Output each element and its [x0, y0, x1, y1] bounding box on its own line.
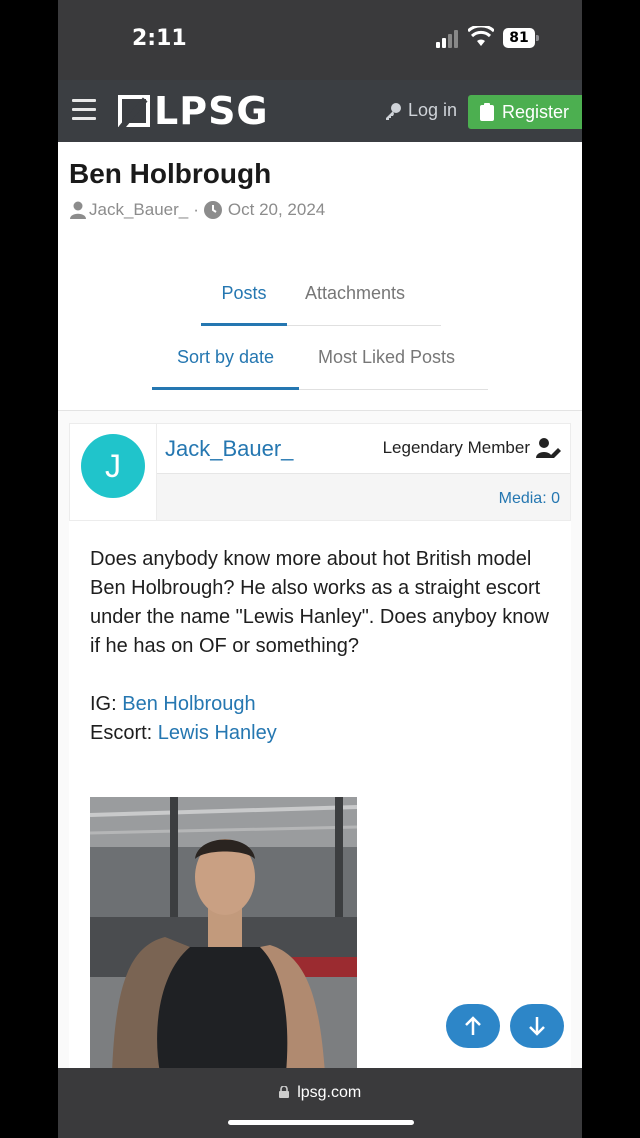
escort-line: Escort: Lewis Hanley — [90, 719, 560, 748]
thread-date[interactable]: Oct 20, 2024 — [228, 200, 325, 220]
browser-url-bar[interactable]: lpsg.com — [58, 1068, 582, 1138]
login-link[interactable]: Log in — [384, 100, 457, 121]
status-time: 2:11 — [132, 26, 187, 51]
register-label: Register — [502, 101, 570, 122]
battery-indicator: 81 — [503, 28, 539, 48]
lock-icon — [278, 1085, 289, 1098]
site-logo[interactable]: LPSG — [118, 89, 269, 133]
login-label: Log in — [408, 100, 458, 120]
ig-label: IG: — [90, 693, 123, 715]
rank-label: Legendary Member — [382, 438, 530, 457]
scroll-down-button[interactable] — [510, 1004, 564, 1048]
thread-header: Ben Holbrough Jack_Bauer_ · Oct 20, 2024… — [58, 142, 582, 410]
tab-posts[interactable]: Posts — [201, 278, 287, 326]
tab-sort-by-date[interactable]: Sort by date — [152, 342, 299, 390]
meta-separator: · — [193, 200, 199, 219]
post-user-cell: J — [69, 423, 156, 521]
thread-meta: Jack_Bauer_ · Oct 20, 2024 — [69, 200, 325, 220]
site-navbar: LPSG Log in Register — [58, 80, 582, 142]
tab-attachments[interactable]: Attachments — [305, 278, 405, 326]
escort-label: Escort: — [90, 722, 158, 744]
sort-tabs: Sort by date Most Liked Posts — [152, 342, 488, 390]
content-tabs: Posts Attachments — [201, 278, 441, 326]
member-rank: Legendary Member — [383, 438, 562, 458]
logo-text: LPSG — [154, 89, 269, 133]
key-icon — [386, 102, 401, 120]
scroll-up-button[interactable] — [446, 1004, 500, 1048]
thread-author[interactable]: Jack_Bauer_ — [89, 200, 188, 220]
url-text: lpsg.com — [297, 1084, 362, 1101]
arrow-down-icon — [529, 1017, 545, 1036]
post-body: Does anybody know more about hot British… — [90, 545, 560, 748]
post-image[interactable] — [90, 797, 357, 1073]
user-edit-icon — [536, 438, 561, 458]
thread-title: Ben Holbrough — [69, 158, 272, 189]
avatar[interactable]: J — [81, 434, 145, 498]
post-message: Does anybody know more about hot British… — [90, 548, 549, 657]
logo-mark-icon — [118, 95, 150, 127]
tab-most-liked[interactable]: Most Liked Posts — [318, 342, 455, 390]
clock-icon — [203, 201, 222, 219]
phone-screen: 2:11 81 LPSG Log in Register Ben Holbrou… — [58, 0, 582, 1138]
ig-link[interactable]: Ben Holbrough — [122, 693, 255, 715]
menu-icon[interactable] — [72, 99, 96, 121]
url-display[interactable]: lpsg.com — [58, 1084, 582, 1102]
thread-content: J Jack_Bauer_ Legendary Member Media: 0 … — [58, 410, 582, 1073]
user-icon — [70, 201, 86, 219]
arrow-up-icon — [465, 1016, 481, 1035]
wifi-icon — [468, 26, 494, 46]
status-bar: 2:11 81 — [58, 0, 582, 80]
escort-link[interactable]: Lewis Hanley — [158, 722, 277, 744]
post-user-header: Jack_Bauer_ Legendary Member Media: 0 — [156, 423, 571, 521]
post: J Jack_Bauer_ Legendary Member Media: 0 … — [69, 423, 571, 1073]
post-username[interactable]: Jack_Bauer_ — [165, 436, 293, 462]
register-button[interactable]: Register — [468, 95, 582, 129]
ig-line: IG: Ben Holbrough — [90, 690, 560, 719]
cellular-signal-icon — [436, 30, 462, 48]
clipboard-icon — [480, 103, 494, 121]
home-indicator[interactable] — [228, 1120, 414, 1125]
media-count[interactable]: Media: 0 — [499, 490, 560, 508]
